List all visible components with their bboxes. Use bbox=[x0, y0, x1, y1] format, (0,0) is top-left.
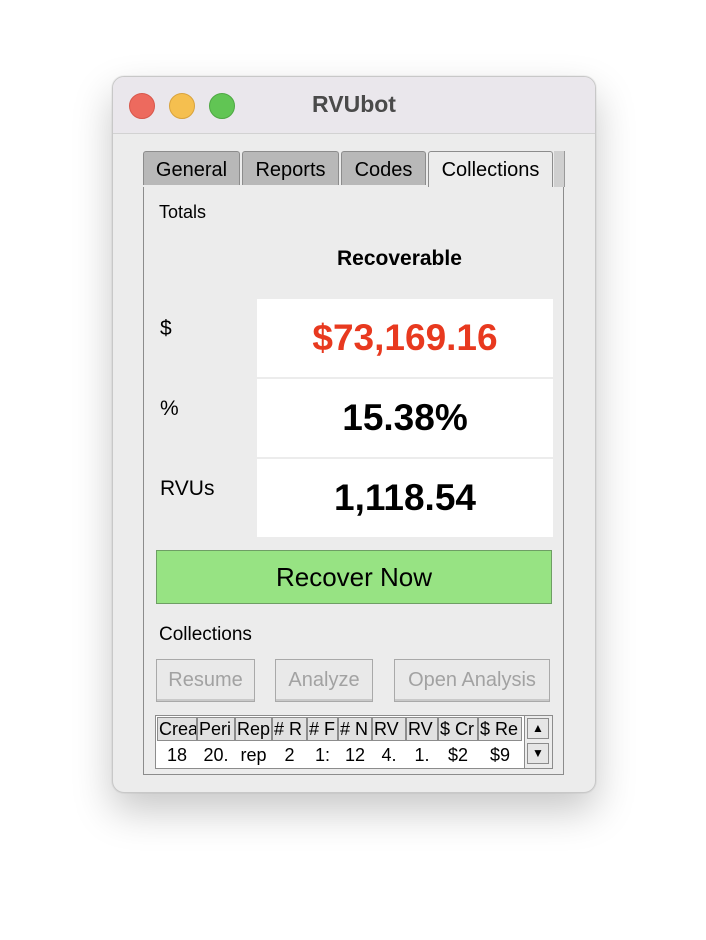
scroll-up-arrow-icon[interactable]: ▲ bbox=[527, 718, 549, 739]
column-header[interactable]: # F bbox=[307, 717, 338, 741]
column-header[interactable]: $ Re bbox=[478, 717, 522, 741]
percent-row-label: % bbox=[160, 397, 179, 420]
resume-button[interactable]: Resume bbox=[156, 659, 255, 702]
column-header[interactable]: # R bbox=[272, 717, 307, 741]
column-header[interactable]: Peri bbox=[197, 717, 235, 741]
collections-table: Crea Peri Rep # R # F # N RV RV $ Cr $ R… bbox=[155, 715, 553, 769]
scroll-down-arrow-icon[interactable]: ▼ bbox=[527, 743, 549, 764]
tab-general[interactable]: General bbox=[143, 151, 240, 185]
window-title: RVUbot bbox=[312, 91, 396, 117]
recoverable-rvus-value: 1,118.54 bbox=[257, 459, 553, 537]
column-header[interactable]: $ Cr bbox=[438, 717, 478, 741]
table-cell: rep bbox=[240, 745, 267, 765]
app-window: RVUbot General Reports Codes Collections… bbox=[112, 76, 596, 793]
table-cell: 2 bbox=[284, 745, 295, 765]
title-bar: RVUbot bbox=[113, 77, 595, 134]
table-cell: $9 bbox=[489, 745, 511, 765]
tab-bar-edge bbox=[554, 151, 565, 187]
column-header[interactable]: RV bbox=[372, 717, 406, 741]
rvus-row-label: RVUs bbox=[160, 477, 215, 500]
totals-label: Totals bbox=[159, 202, 207, 222]
table-cell: 12 bbox=[344, 745, 366, 765]
tab-codes[interactable]: Codes bbox=[341, 151, 426, 185]
table-cell: $2 bbox=[447, 745, 469, 765]
table-cell: 4. bbox=[381, 745, 397, 765]
table-cell: 20. bbox=[203, 745, 229, 765]
column-header[interactable]: RV bbox=[406, 717, 438, 741]
table-cell: 1: bbox=[314, 745, 330, 765]
column-header[interactable]: # N bbox=[338, 717, 372, 741]
recoverable-header: Recoverable bbox=[337, 247, 462, 270]
collections-label: Collections bbox=[159, 624, 252, 645]
recoverable-dollars-value: $73,169.16 bbox=[257, 299, 553, 377]
column-header[interactable]: Rep bbox=[235, 717, 272, 741]
tab-reports[interactable]: Reports bbox=[242, 151, 339, 185]
dollar-row-label: $ bbox=[160, 317, 172, 340]
recover-now-button[interactable]: Recover Now bbox=[156, 550, 552, 604]
analyze-button[interactable]: Analyze bbox=[275, 659, 373, 702]
tab-collections[interactable]: Collections bbox=[428, 151, 553, 187]
table-cell: 18 bbox=[166, 745, 188, 765]
column-header[interactable]: Crea bbox=[157, 717, 197, 741]
open-analysis-button[interactable]: Open Analysis bbox=[394, 659, 550, 702]
table-cell: 1. bbox=[414, 745, 430, 765]
table-scrollbar[interactable]: ▲ ▼ bbox=[524, 716, 552, 768]
recoverable-percent-value: 15.38% bbox=[257, 379, 553, 457]
